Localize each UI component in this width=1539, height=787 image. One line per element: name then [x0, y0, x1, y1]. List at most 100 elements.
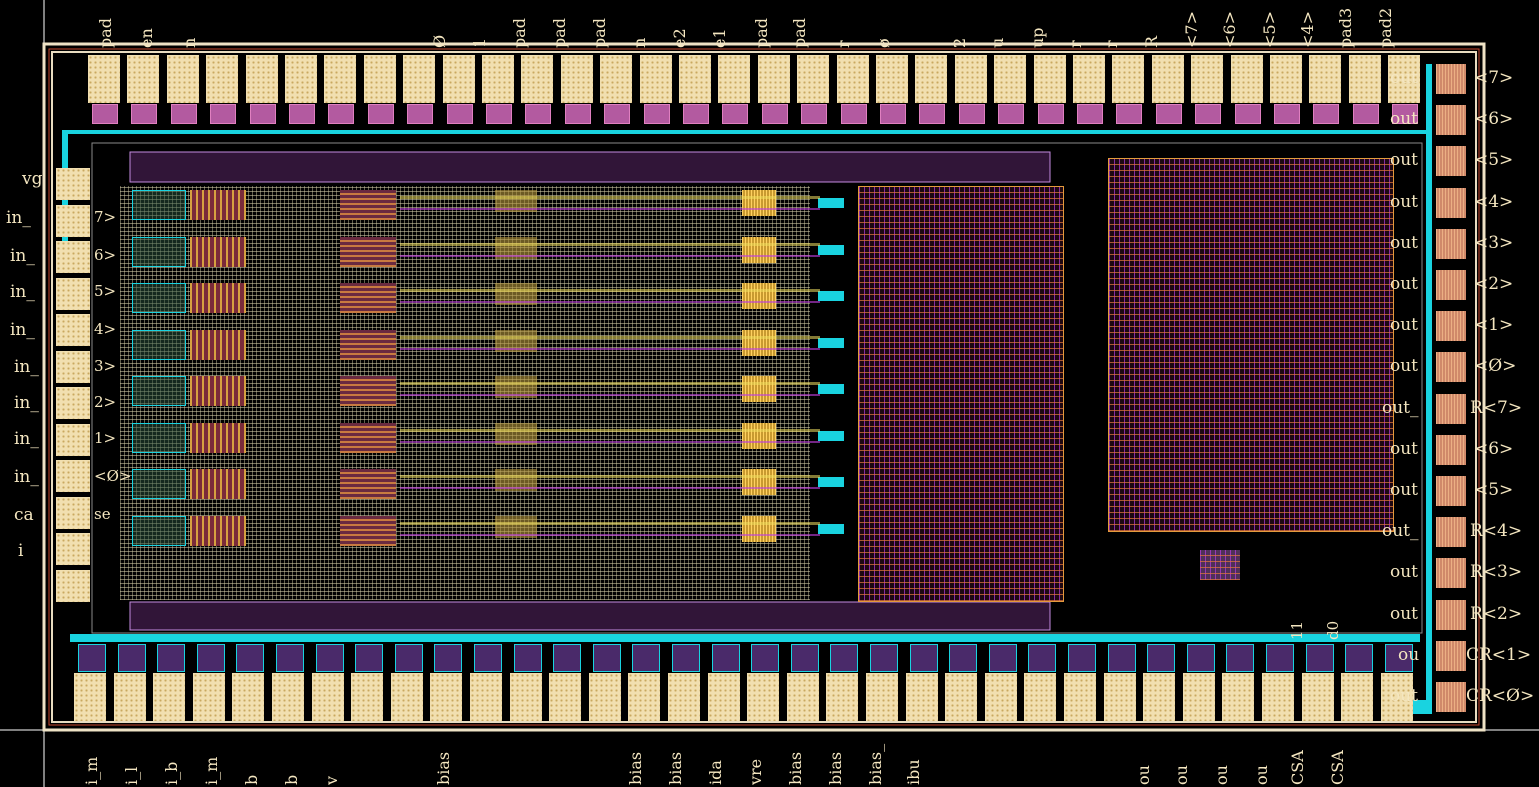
right-pad[interactable]: [1436, 270, 1466, 300]
bottom-pad[interactable]: [1182, 673, 1215, 721]
top-pad[interactable]: [1073, 55, 1105, 103]
top-pad[interactable]: [1230, 55, 1263, 103]
top-pad[interactable]: [560, 55, 593, 103]
top-pad[interactable]: [166, 55, 199, 103]
top-pad[interactable]: [679, 55, 711, 103]
bottom-pad[interactable]: [153, 673, 186, 721]
top-pad[interactable]: [363, 55, 396, 103]
bottom-pad[interactable]: [1143, 673, 1176, 721]
left-pad[interactable]: [56, 460, 90, 492]
left-pad[interactable]: [56, 533, 90, 565]
right-pad[interactable]: [1436, 64, 1466, 94]
top-pad[interactable]: [1112, 55, 1145, 103]
bottom-pad[interactable]: [905, 673, 938, 721]
bottom-pad[interactable]: [430, 673, 463, 721]
bottom-pad[interactable]: [351, 673, 384, 721]
left-pad[interactable]: [56, 314, 90, 346]
top-pad[interactable]: [1033, 55, 1066, 103]
top-pad[interactable]: [876, 55, 908, 103]
top-pad[interactable]: [324, 55, 357, 103]
bottom-pad[interactable]: [668, 673, 700, 721]
right-pad[interactable]: [1436, 228, 1466, 259]
channel-wire: [400, 428, 820, 432]
bottom-pad[interactable]: [826, 673, 859, 721]
top-pad[interactable]: [88, 55, 120, 103]
bottom-pad[interactable]: [707, 673, 740, 721]
bottom-pad[interactable]: [1103, 673, 1136, 721]
top-pad[interactable]: [1348, 55, 1381, 103]
top-pad[interactable]: [954, 55, 987, 103]
bottom-pad[interactable]: [113, 673, 146, 721]
left-pad[interactable]: [56, 277, 90, 310]
right-pin-index: <7>: [1474, 68, 1514, 88]
right-pad[interactable]: [1436, 517, 1466, 548]
right-pad[interactable]: [1436, 476, 1466, 506]
top-pad[interactable]: [797, 55, 830, 103]
left-pad[interactable]: [56, 350, 90, 383]
bottom-pad[interactable]: [588, 673, 621, 721]
bottom-pad[interactable]: [786, 673, 819, 721]
top-pad[interactable]: [1270, 55, 1302, 103]
top-pad[interactable]: [245, 55, 278, 103]
top-pad[interactable]: [206, 55, 239, 103]
bottom-pad[interactable]: [1222, 673, 1255, 721]
left-pad[interactable]: [56, 168, 90, 200]
bottom-pad[interactable]: [1024, 673, 1057, 721]
top-pad[interactable]: [442, 55, 475, 103]
right-pad[interactable]: [1436, 146, 1466, 177]
bottom-pad[interactable]: [1064, 673, 1096, 721]
top-pad[interactable]: [718, 55, 751, 103]
right-pad[interactable]: [1436, 393, 1466, 424]
right-pad[interactable]: [1436, 434, 1466, 465]
left-pad[interactable]: [56, 204, 90, 237]
right-pad[interactable]: [1436, 599, 1466, 630]
bottom-pad[interactable]: [192, 673, 225, 721]
bottom-pad[interactable]: [390, 673, 423, 721]
bottom-pad[interactable]: [1262, 673, 1294, 721]
layout-canvas[interactable]: pad en n Ø 1 pad pad pad n e2 e1 pad pad r ø 2 u up r r R <7>…: [0, 0, 1539, 787]
left-pad[interactable]: [56, 569, 90, 602]
top-pad[interactable]: [285, 55, 317, 103]
right-pad[interactable]: [1436, 187, 1466, 218]
left-pad[interactable]: [56, 496, 90, 529]
top-pad[interactable]: [915, 55, 948, 103]
left-pad[interactable]: [56, 241, 90, 273]
right-pad[interactable]: [1436, 640, 1466, 671]
bottom-pad[interactable]: [470, 673, 502, 721]
right-pad[interactable]: [1436, 682, 1466, 712]
top-pad[interactable]: [127, 55, 160, 103]
bottom-pad[interactable]: [945, 673, 978, 721]
bottom-pad[interactable]: [866, 673, 898, 721]
top-pad[interactable]: [1309, 55, 1342, 103]
top-pad[interactable]: [600, 55, 633, 103]
bottom-pad[interactable]: [311, 673, 344, 721]
bottom-pad[interactable]: [747, 673, 780, 721]
bottom-pad[interactable]: [549, 673, 582, 721]
bottom-pad[interactable]: [232, 673, 265, 721]
bottom-pad[interactable]: [984, 673, 1017, 721]
bottom-pad[interactable]: [272, 673, 304, 721]
top-pad[interactable]: [836, 55, 869, 103]
bottom-pad-esd: [1345, 644, 1374, 672]
right-pad[interactable]: [1436, 311, 1466, 342]
top-pad[interactable]: [403, 55, 436, 103]
right-pad[interactable]: [1436, 352, 1466, 383]
digital-block-right: [1108, 158, 1394, 532]
top-pad[interactable]: [1191, 55, 1224, 103]
top-pad[interactable]: [482, 55, 514, 103]
top-pad[interactable]: [1151, 55, 1184, 103]
bottom-pad[interactable]: [1301, 673, 1334, 721]
bottom-pad[interactable]: [628, 673, 661, 721]
left-pad[interactable]: [56, 423, 90, 456]
bottom-pad[interactable]: [1341, 673, 1374, 721]
top-pad[interactable]: [521, 55, 554, 103]
top-pad-esd: [525, 104, 552, 124]
left-pad[interactable]: [56, 387, 90, 419]
right-pad[interactable]: [1436, 105, 1466, 136]
right-pad[interactable]: [1436, 558, 1466, 589]
bottom-pad[interactable]: [509, 673, 542, 721]
bottom-pad[interactable]: [74, 673, 106, 721]
top-pad[interactable]: [639, 55, 672, 103]
top-pad[interactable]: [994, 55, 1027, 103]
top-pad[interactable]: [757, 55, 790, 103]
